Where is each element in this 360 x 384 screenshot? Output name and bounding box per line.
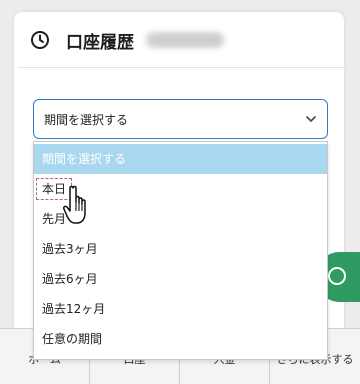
divider: [18, 67, 348, 68]
page-title: 口座履歴: [66, 32, 134, 53]
clock-icon: [30, 30, 50, 50]
blurred-account-name: [146, 32, 224, 48]
dropdown-option-custom-period[interactable]: 任意の期間: [34, 324, 327, 354]
period-select-value: 期間を選択する: [44, 112, 129, 127]
hand-pointer-cursor-icon: [62, 184, 98, 228]
chat-icon: [328, 267, 346, 285]
dropdown-option-select-period[interactable]: 期間を選択する: [34, 144, 327, 174]
period-select[interactable]: 期間を選択する: [33, 99, 328, 139]
dropdown-option-3-months[interactable]: 過去3ヶ月: [34, 234, 327, 264]
dropdown-option-12-months[interactable]: 過去12ヶ月: [34, 294, 327, 324]
dropdown-option-6-months[interactable]: 過去6ヶ月: [34, 264, 327, 294]
card-header: 口座履歴: [14, 12, 344, 68]
period-dropdown-list: 期間を選択する 本日 先月 過去3ヶ月 過去6ヶ月 過去12ヶ月 任意の期間: [33, 141, 328, 360]
chevron-down-icon: [305, 113, 317, 125]
